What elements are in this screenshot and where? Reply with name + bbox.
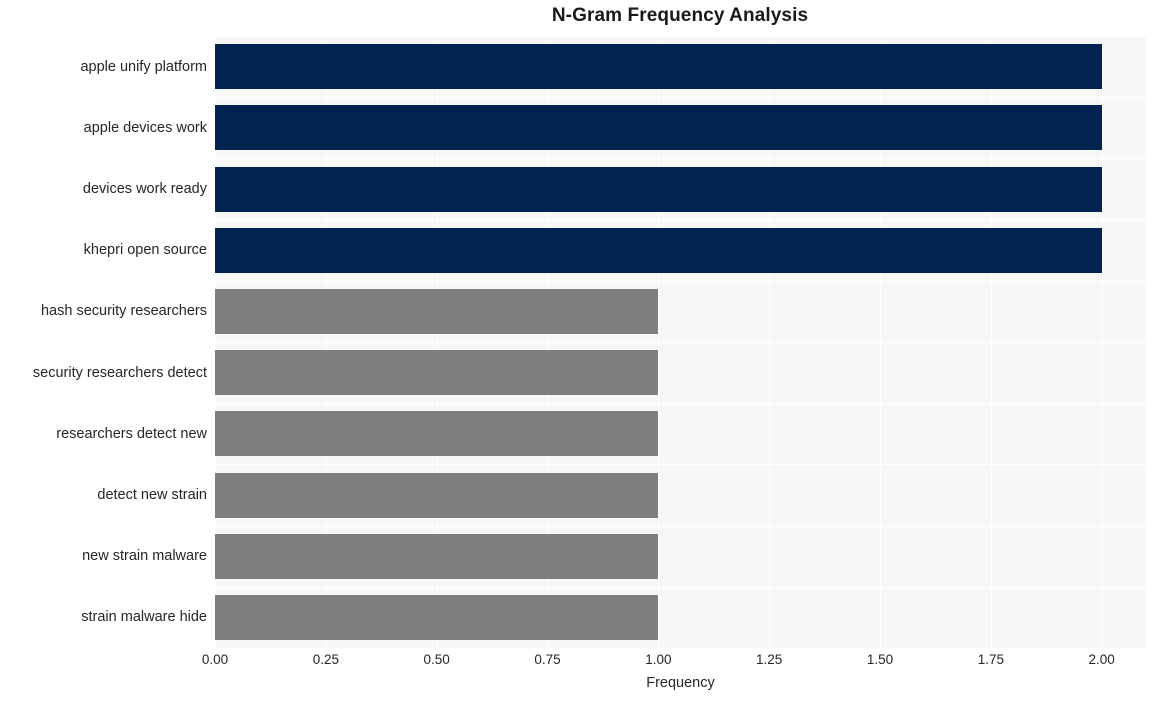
y-axis-tick-label: apple unify platform bbox=[80, 58, 207, 75]
y-axis-tick-label: hash security researchers bbox=[40, 303, 207, 320]
gridline-horizontal bbox=[215, 525, 1146, 527]
bar bbox=[215, 166, 1102, 212]
gridline-horizontal bbox=[215, 158, 1146, 160]
x-axis-tick-label: 2.00 bbox=[1088, 652, 1115, 667]
bar bbox=[215, 105, 1102, 151]
bar bbox=[215, 594, 659, 640]
x-axis-tick-label: 0.75 bbox=[534, 652, 561, 667]
bar bbox=[215, 227, 1102, 273]
x-axis-tick-label: 0.50 bbox=[423, 652, 450, 667]
y-axis-tick-label: strain malware hide bbox=[81, 609, 207, 626]
gridline-horizontal bbox=[215, 464, 1146, 466]
gridline-horizontal bbox=[215, 36, 1146, 37]
gridline-horizontal bbox=[215, 280, 1146, 282]
gridline-horizontal bbox=[215, 403, 1146, 405]
bar bbox=[215, 350, 659, 396]
y-axis-tick-label: security researchers detect bbox=[32, 364, 207, 381]
x-axis-tick-label: 1.25 bbox=[756, 652, 783, 667]
x-axis-tick-label: 0.00 bbox=[201, 652, 229, 667]
x-axis-tick-labels: 0.00 0.25 0.50 0.75 1.00 1.25 1.50 1.75 2.00 bbox=[202, 652, 1146, 674]
x-axis-label: Frequency bbox=[646, 675, 715, 691]
y-axis-tick-labels: apple unify platform apple devices work de… bbox=[0, 36, 207, 648]
plot-area bbox=[215, 36, 1146, 648]
x-axis-tick-label: 1.75 bbox=[977, 652, 1004, 667]
x-axis-tick-label: 1.50 bbox=[866, 652, 894, 667]
chart-figure: N-Gram Frequency Analysis apple unify pl… bbox=[0, 0, 1154, 701]
gridline-horizontal bbox=[215, 219, 1146, 221]
y-axis-tick-label: new strain malware bbox=[82, 548, 207, 565]
bar bbox=[215, 44, 1102, 90]
x-axis-tick-label: 0.25 bbox=[312, 652, 339, 667]
gridline-horizontal bbox=[215, 342, 1146, 343]
bar bbox=[215, 472, 659, 518]
bar bbox=[215, 533, 659, 579]
bar bbox=[215, 288, 659, 334]
gridline-horizontal bbox=[215, 586, 1146, 588]
y-axis-tick-label: khepri open source bbox=[83, 242, 207, 259]
y-axis-tick-label: apple devices work bbox=[83, 119, 207, 136]
y-axis-tick-label: detect new strain bbox=[97, 487, 207, 503]
chart-title: N-Gram Frequency Analysis bbox=[551, 5, 809, 26]
bar bbox=[215, 411, 659, 457]
y-axis-tick-label: researchers detect new bbox=[56, 425, 207, 442]
x-axis-tick-label: 1.00 bbox=[645, 652, 672, 667]
y-axis-tick-label: devices work ready bbox=[82, 181, 207, 197]
gridline-horizontal bbox=[215, 97, 1146, 99]
